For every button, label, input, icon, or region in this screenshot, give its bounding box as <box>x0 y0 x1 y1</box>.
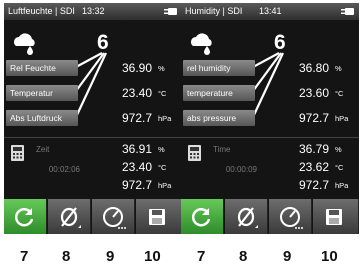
calculator-icon <box>188 145 201 161</box>
stat-unit-pressure: hPa <box>158 181 172 190</box>
gauge-button[interactable] <box>92 199 135 234</box>
toolbar <box>181 199 359 234</box>
gauge-button[interactable] <box>269 199 312 234</box>
refresh-button[interactable] <box>181 199 224 234</box>
zero-icon <box>60 207 81 228</box>
timer-label: Time <box>213 145 231 154</box>
clock: 13:41 <box>259 6 282 16</box>
unit-temperature: °C <box>158 89 167 98</box>
stat-unit-temperature: °C <box>335 163 344 172</box>
unit-pressure: hPa <box>335 114 349 123</box>
calculator-icon <box>11 145 24 161</box>
zero-button[interactable] <box>48 199 91 234</box>
stat-unit-humidity: % <box>158 145 165 154</box>
humidity-cloud-icon <box>14 33 35 55</box>
timer-value: 00:02:06 <box>48 165 80 174</box>
save-icon <box>326 209 342 225</box>
caption-8: 8 <box>239 248 248 265</box>
refresh-button[interactable] <box>4 199 47 234</box>
caption-8: 8 <box>62 248 71 265</box>
caption-9: 9 <box>283 248 292 265</box>
unit-temperature: °C <box>335 89 344 98</box>
save-button[interactable] <box>136 199 182 234</box>
value-pressure: 972.7 <box>298 111 329 125</box>
status-bar: Humidity | SDI 13:41 <box>181 3 359 20</box>
status-bar: Luftfeuchte | SDI 13:32 <box>4 3 182 20</box>
plug-icon <box>164 8 177 15</box>
gauge-icon <box>103 207 126 229</box>
divider <box>181 137 359 138</box>
humidity-cloud-icon <box>191 33 212 55</box>
refresh-icon <box>14 208 34 227</box>
zero-button[interactable] <box>225 199 268 234</box>
unit-humidity: % <box>335 64 342 73</box>
caption-7: 7 <box>197 248 206 265</box>
unit-humidity: % <box>158 64 165 73</box>
stat-humidity: 36.79 <box>298 142 329 156</box>
label-temperature: temperature <box>183 85 255 101</box>
app-title: Luftfeuchte | SDI <box>8 6 75 16</box>
stat-temperature: 23.62 <box>298 160 329 174</box>
caption-10: 10 <box>321 248 338 265</box>
label-pressure: Abs Luftdruck <box>6 110 78 126</box>
value-temperature: 23.40 <box>121 86 152 100</box>
callout-6: 6 <box>97 31 109 54</box>
stat-unit-pressure: hPa <box>335 181 349 190</box>
caption-10: 10 <box>144 248 161 265</box>
stat-temperature: 23.40 <box>121 160 152 174</box>
label-humidity: rel humidity <box>183 60 255 76</box>
plug-icon <box>341 8 354 15</box>
label-pressure: abs pressure <box>183 110 255 126</box>
save-button[interactable] <box>313 199 359 234</box>
callout-6: 6 <box>274 31 286 54</box>
value-humidity: 36.90 <box>121 61 152 75</box>
stat-pressure: 972.7 <box>298 178 329 192</box>
divider <box>4 137 182 138</box>
clock: 13:32 <box>82 6 105 16</box>
label-temperature: Temperatur <box>6 85 78 101</box>
save-icon <box>149 209 165 225</box>
screen-english: Humidity | SDI 13:41 6 rel humidity 36.8… <box>181 3 359 234</box>
timer-label: Zeit <box>36 145 50 154</box>
stat-unit-humidity: % <box>335 145 342 154</box>
caption-9: 9 <box>106 248 115 265</box>
gauge-icon <box>280 207 303 229</box>
zero-icon <box>237 207 258 228</box>
value-humidity: 36.80 <box>298 61 329 75</box>
unit-pressure: hPa <box>158 114 172 123</box>
caption-7: 7 <box>20 248 29 265</box>
label-humidity: Rel Feuchte <box>6 60 78 76</box>
stat-humidity: 36.91 <box>121 142 152 156</box>
toolbar <box>4 199 182 234</box>
value-temperature: 23.60 <box>298 86 329 100</box>
refresh-icon <box>191 208 211 227</box>
screen-german: Luftfeuchte | SDI 13:32 6 Rel Feuchte 36… <box>4 3 182 234</box>
app-title: Humidity | SDI <box>185 6 243 16</box>
value-pressure: 972.7 <box>121 111 152 125</box>
timer-value: 00:00:09 <box>225 165 257 174</box>
stat-pressure: 972.7 <box>121 178 152 192</box>
stat-unit-temperature: °C <box>158 163 167 172</box>
